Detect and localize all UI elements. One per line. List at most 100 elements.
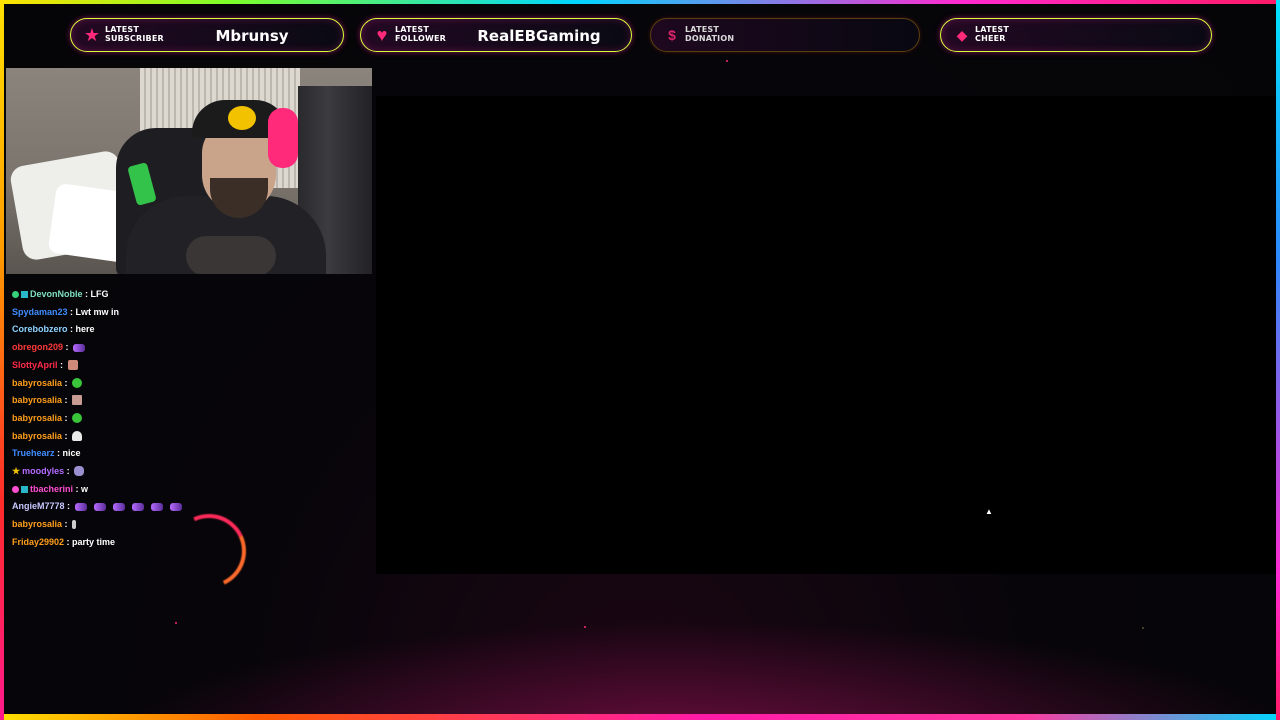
chat-message: Spydaman23 : Lwt mw in <box>12 304 119 320</box>
chat-message: babyrosalia : <box>12 410 83 426</box>
chat-username[interactable]: Friday29902 <box>12 537 64 547</box>
latest-cheer-label: LATEST CHEER <box>975 25 1010 43</box>
emote-icon <box>73 344 86 353</box>
spark <box>1142 627 1144 629</box>
chat-username[interactable]: babyrosalia <box>12 413 62 423</box>
chat-separator: : <box>57 359 66 370</box>
headphones <box>268 108 298 168</box>
rainbow-border-left <box>0 0 4 720</box>
emote-icon <box>74 466 85 476</box>
chat-message: DevonNoble : LFG <box>12 286 109 302</box>
latest-follower-label: LATEST FOLLOWER <box>395 25 447 43</box>
chat-badge-icon <box>12 485 19 493</box>
chat-message: SlottyApril : <box>12 357 78 373</box>
stream-overlay: ★ LATEST SUBSCRIBER Mbrunsy ♥ LATEST FOL… <box>0 0 1280 720</box>
chat-message: AngieM7778 : <box>12 498 187 514</box>
chat-message: babyrosalia : <box>12 375 83 391</box>
chat-username[interactable]: DevonNoble <box>30 289 83 299</box>
latest-subscriber-label: LATEST SUBSCRIBER <box>105 25 164 43</box>
chat-message: Truehearz : nice <box>12 445 81 461</box>
rainbow-border-bottom <box>0 714 1280 720</box>
rainbow-border-top <box>0 0 1280 4</box>
chat-username[interactable]: babyrosalia <box>12 378 62 388</box>
chat-message: babyrosalia : <box>12 428 83 444</box>
chat-badge-icon <box>21 485 28 493</box>
emote-icon <box>131 503 144 512</box>
chat-message-text: LFG <box>90 289 109 299</box>
chat-username[interactable]: tbacherini <box>30 484 73 494</box>
chat-separator: : <box>62 412 71 423</box>
chat-username[interactable]: Corebobzero <box>12 324 68 334</box>
chat-separator: : <box>67 306 76 317</box>
chat-username[interactable]: babyrosalia <box>12 395 62 405</box>
chat-message-text: w <box>81 483 89 494</box>
chat-username[interactable]: Truehearz <box>12 448 55 458</box>
chat-username[interactable]: AngieM7778 <box>12 501 65 511</box>
chat-username[interactable]: moodyles <box>22 466 64 476</box>
emote-icon <box>169 503 182 512</box>
chat-username[interactable]: babyrosalia <box>12 431 62 441</box>
alerts-bar: ★ LATEST SUBSCRIBER Mbrunsy ♥ LATEST FOL… <box>0 14 1280 60</box>
chat-message: Friday29902 : party time <box>12 534 115 550</box>
webcam-feed <box>6 68 372 274</box>
chat-message-text: here <box>75 324 95 335</box>
latest-cheer-panel: ◆ LATEST CHEER <box>940 18 1212 52</box>
chat-message: obregon209 : <box>12 339 90 355</box>
crown-badge-icon: ★ <box>12 466 21 476</box>
bottom-glow <box>0 600 1280 720</box>
spark <box>175 622 177 624</box>
chat-username[interactable]: Spydaman23 <box>12 307 68 317</box>
chat-separator: : <box>73 483 82 494</box>
chat-username[interactable]: SlottyApril <box>12 360 58 370</box>
spark <box>584 626 586 628</box>
latest-subscriber-value: Mbrunsy <box>215 27 289 45</box>
emote-icon <box>93 503 106 512</box>
emote-icon <box>67 359 78 370</box>
chat-username[interactable]: babyrosalia <box>12 519 62 529</box>
chat-separator: : <box>54 448 63 459</box>
emote-icon <box>72 395 83 406</box>
chat-separator: : <box>62 377 71 388</box>
chat-separator: : <box>67 324 76 335</box>
chat-separator: : <box>82 289 91 299</box>
emote-icon <box>72 520 77 530</box>
chat-separator: : <box>64 501 73 512</box>
mouse-cursor-icon: ▲ <box>985 507 993 516</box>
latest-follower-panel: ♥ LATEST FOLLOWER RealEBGaming <box>360 18 632 52</box>
emote-icon <box>150 503 163 512</box>
chat-separator: : <box>62 430 71 441</box>
latest-donation-panel: $ LATEST DONATION <box>650 18 920 52</box>
chat-separator: : <box>63 342 72 353</box>
microphone <box>186 236 276 274</box>
chat-separator: : <box>64 536 73 547</box>
chat-message: babyrosalia : <box>12 392 83 408</box>
chat-message-text: party time <box>72 536 116 547</box>
emote-icon <box>72 377 83 388</box>
rainbow-border-right <box>1276 0 1280 720</box>
chat-username[interactable]: obregon209 <box>12 342 63 352</box>
chat-message: ★ moodyles : <box>12 463 85 479</box>
heart-icon: ♥ <box>376 25 388 45</box>
latest-follower-value: RealEBGaming <box>477 27 601 45</box>
chat-message-text: Lwt mw in <box>75 306 120 317</box>
chat-message-text: nice <box>62 448 81 459</box>
game-screen[interactable] <box>376 96 1276 574</box>
chat-message: tbacherini : w <box>12 481 88 497</box>
emote-icon <box>72 430 83 441</box>
star-icon: ★ <box>83 25 101 45</box>
chat-separator: : <box>62 519 71 530</box>
chat-message: Corebobzero : here <box>12 321 95 337</box>
latest-donation-label: LATEST DONATION <box>685 25 735 43</box>
cap-logo <box>228 106 256 130</box>
chat-separator: : <box>64 466 73 476</box>
emote-icon <box>112 503 125 512</box>
diamond-icon: ◆ <box>956 27 968 43</box>
latest-subscriber-panel: ★ LATEST SUBSCRIBER Mbrunsy <box>70 18 344 52</box>
chat-message: babyrosalia : <box>12 516 77 532</box>
spark <box>726 60 728 62</box>
dollar-icon: $ <box>668 27 676 43</box>
emote-icon <box>74 503 87 512</box>
emote-icon <box>72 412 83 423</box>
chat-badge-icon <box>12 291 19 298</box>
chat-separator: : <box>62 395 71 406</box>
